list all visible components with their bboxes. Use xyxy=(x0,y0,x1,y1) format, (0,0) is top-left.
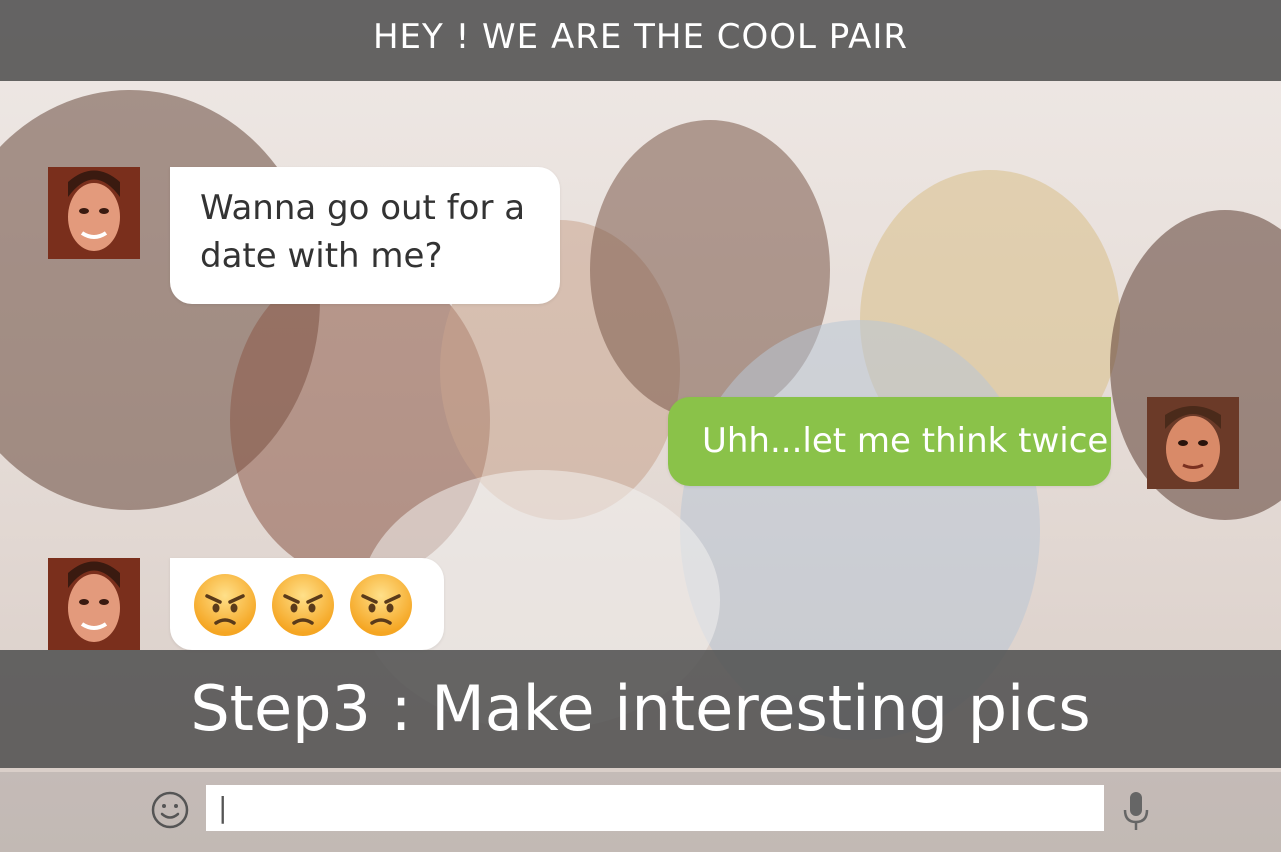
step-banner: Step3 : Make interesting pics xyxy=(0,650,1281,768)
emoji-picker-icon[interactable] xyxy=(150,790,190,830)
message-bubble-outgoing[interactable]: Uhh...let me think twice xyxy=(668,397,1111,486)
avatar-face-icon xyxy=(48,558,140,650)
avatar-him[interactable] xyxy=(1147,397,1239,489)
angry-face-icon xyxy=(272,574,334,636)
avatar-face-icon xyxy=(1147,397,1239,489)
message-bubble-emoji[interactable] xyxy=(170,558,444,650)
chat-title: HEY ! WE ARE THE COOL PAIR xyxy=(372,17,909,57)
chat-header: HEY ! WE ARE THE COOL PAIR xyxy=(0,0,1281,81)
avatar-face-icon xyxy=(48,167,140,259)
angry-face-icon xyxy=(194,574,256,636)
message-bubble-incoming[interactable]: Wanna go out for a date with me? xyxy=(170,167,560,304)
input-cursor: | xyxy=(218,791,228,824)
avatar-her[interactable] xyxy=(48,167,140,259)
banner-text: Step3 : Make interesting pics xyxy=(190,672,1091,745)
angry-face-icon xyxy=(350,574,412,636)
avatar-her[interactable] xyxy=(48,558,140,650)
microphone-icon[interactable] xyxy=(1121,790,1151,832)
message-input[interactable]: | xyxy=(206,785,1104,831)
message-text: Wanna go out for a date with me? xyxy=(200,188,526,276)
message-text: Uhh...let me think twice xyxy=(702,421,1109,461)
